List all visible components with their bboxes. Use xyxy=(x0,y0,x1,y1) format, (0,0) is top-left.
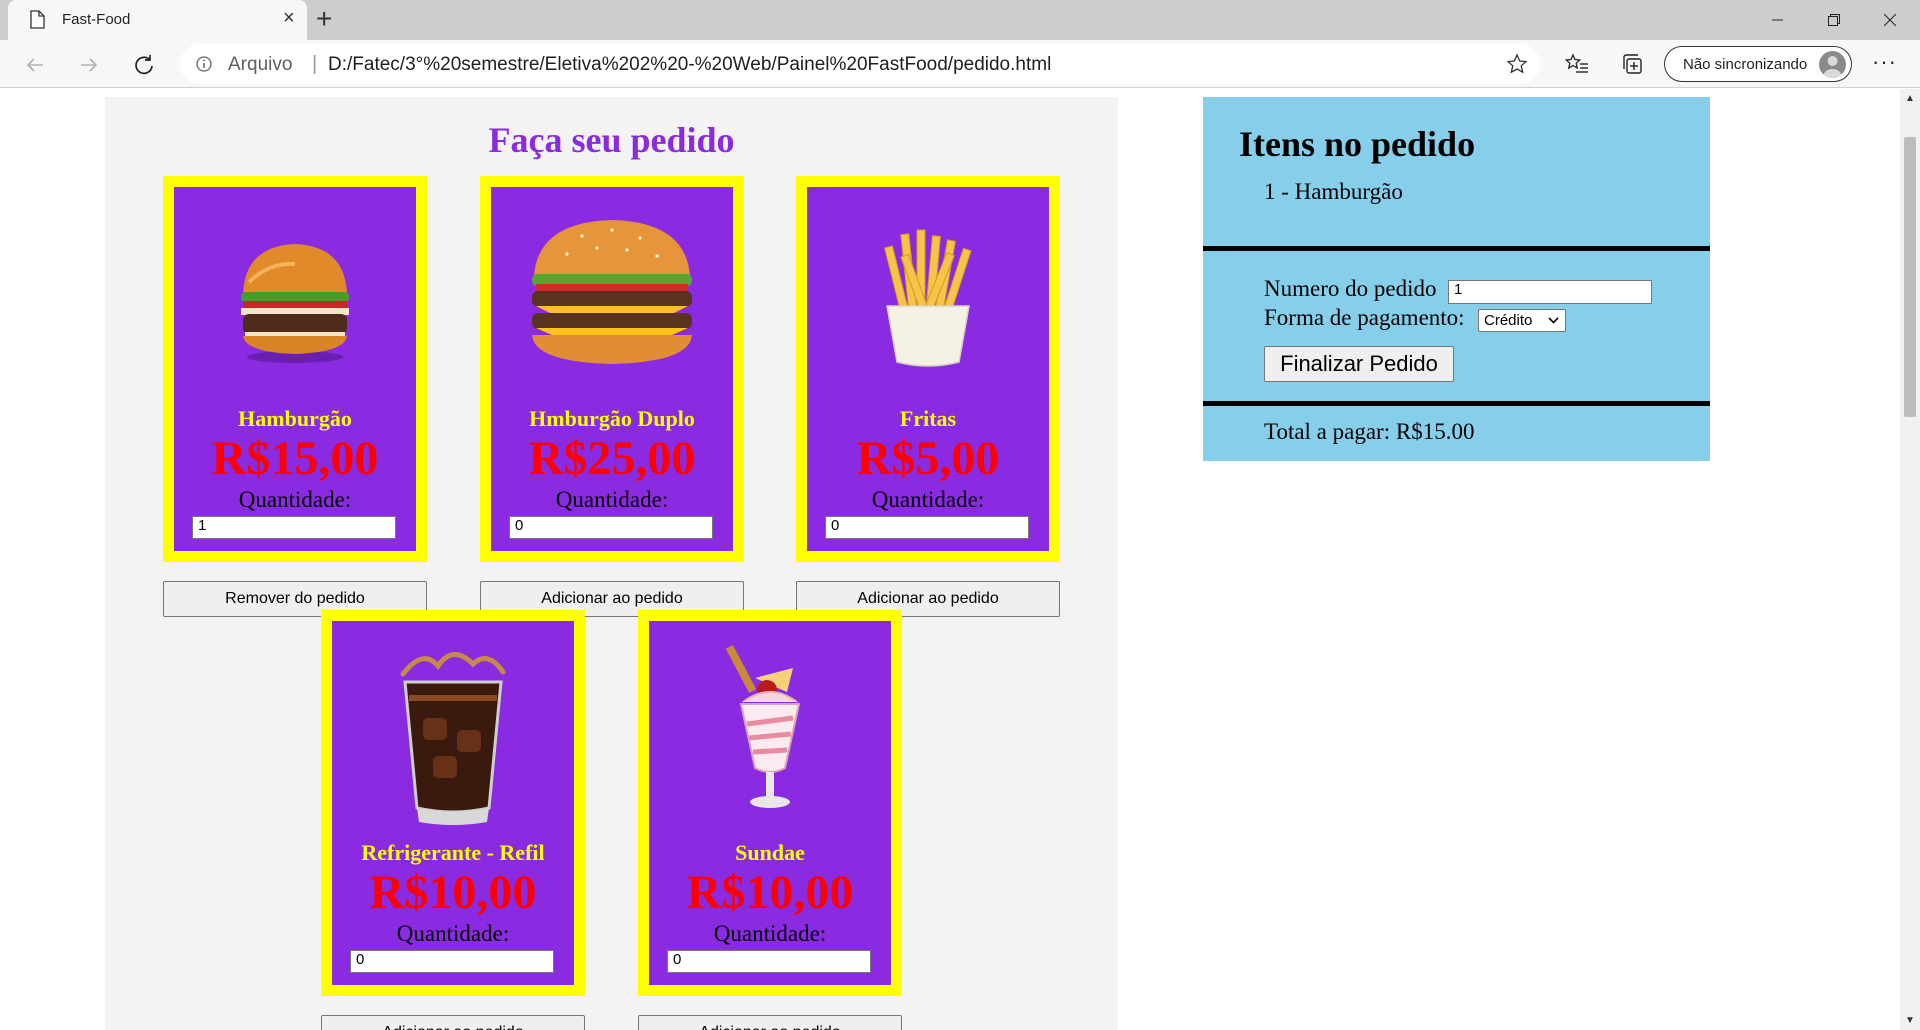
order-item: 1 - Hamburgão xyxy=(1264,179,1403,204)
page-title: Faça seu pedido xyxy=(488,120,735,160)
product-name: Fritas xyxy=(899,406,957,431)
close-icon xyxy=(1884,14,1896,26)
arrow-left-icon xyxy=(26,58,43,72)
forward-button[interactable] xyxy=(73,49,105,81)
add-to-order-button[interactable]: Adicionar ao pedido xyxy=(638,1015,902,1030)
payment-method-select[interactable]: Crédito xyxy=(1478,309,1566,332)
minimize-button[interactable] xyxy=(1750,0,1806,40)
product-price: R$5,00 xyxy=(856,432,1000,485)
quantity-label: Quantidade: xyxy=(871,487,985,512)
scroll-down-icon[interactable]: ▼ xyxy=(1905,1015,1915,1026)
product-name: Sundae xyxy=(735,840,805,865)
product-name: Refrigerante - Refil xyxy=(361,840,545,865)
arrow-right-icon xyxy=(81,58,98,72)
more-options-button[interactable]: ··· xyxy=(1872,51,1897,73)
product-price: R$10,00 xyxy=(686,866,854,919)
product-name: Hmburgão Duplo xyxy=(529,406,695,431)
product-card-refrigerante: Refrigerante - Refil R$10,00 Quantidade:… xyxy=(321,610,585,996)
browser-tab[interactable]: Fast-Food × xyxy=(8,0,307,40)
product-image xyxy=(174,199,416,399)
quantity-input[interactable]: 0 xyxy=(667,950,871,973)
order-number-input[interactable]: 1 xyxy=(1448,280,1652,304)
product-card-fritas: Fritas R$5,00 Quantidade: 0 xyxy=(796,176,1060,562)
order-panel: Itens no pedido 1 - Hamburgão Numero do … xyxy=(1203,97,1710,461)
tab-strip: Fast-Food × + xyxy=(0,0,1920,40)
product-price: R$15,00 xyxy=(211,432,379,485)
chevron-down-icon xyxy=(1548,317,1559,324)
minimize-icon xyxy=(1772,19,1783,21)
scroll-thumb[interactable] xyxy=(1904,137,1916,417)
address-bar[interactable]: Arquivo | D:/Fatec/3°%20semestre/Eletiva… xyxy=(180,44,1540,84)
page-icon xyxy=(30,10,45,29)
burger-icon xyxy=(241,244,349,363)
add-to-order-button[interactable]: Adicionar ao pedido xyxy=(321,1015,585,1030)
order-number-label: Numero do pedido xyxy=(1264,276,1437,301)
payment-method-label: Forma de pagamento: xyxy=(1264,305,1465,330)
product-image xyxy=(332,633,574,833)
quantity-label: Quantidade: xyxy=(555,487,669,512)
product-image xyxy=(649,633,891,833)
product-price: R$10,00 xyxy=(369,866,537,919)
close-tab-icon[interactable]: × xyxy=(283,8,295,28)
browser-toolbar: Arquivo | D:/Fatec/3°%20semestre/Eletiva… xyxy=(0,40,1920,88)
star-icon[interactable] xyxy=(1506,53,1528,75)
reload-icon xyxy=(135,55,153,75)
product-image xyxy=(491,199,733,399)
quantity-input[interactable]: 1 xyxy=(192,516,396,539)
address-scheme-label: Arquivo xyxy=(228,54,293,75)
profile-button[interactable]: Não sincronizando xyxy=(1664,46,1852,82)
fries-icon xyxy=(884,229,972,367)
scroll-up-icon[interactable]: ▲ xyxy=(1905,93,1915,104)
page-viewport: Faça seu pedido Hamburgão R$15,00 Quanti xyxy=(0,89,1900,1030)
profile-label: Não sincronizando xyxy=(1683,56,1808,73)
finalize-order-button[interactable]: Finalizar Pedido xyxy=(1264,346,1454,382)
reload-button[interactable] xyxy=(128,49,160,81)
quantity-label: Quantidade: xyxy=(238,487,352,512)
soda-glass-icon xyxy=(400,652,506,825)
quantity-input[interactable]: 0 xyxy=(509,516,713,539)
order-title: Itens no pedido xyxy=(1239,124,1476,164)
product-image xyxy=(807,199,1049,399)
payment-method-value: Crédito xyxy=(1484,312,1533,329)
avatar xyxy=(1819,51,1846,78)
quantity-label: Quantidade: xyxy=(713,921,827,946)
menu-panel: Faça seu pedido Hamburgão R$15,00 Quanti xyxy=(105,97,1118,1030)
address-separator: | xyxy=(312,53,318,75)
product-price: R$25,00 xyxy=(528,432,696,485)
address-url[interactable]: D:/Fatec/3°%20semestre/Eletiva%202%20-%2… xyxy=(328,54,1051,76)
product-card-hamburgao-duplo: Hmburgão Duplo R$25,00 Quantidade: 0 xyxy=(480,176,744,562)
back-button[interactable] xyxy=(19,49,51,81)
quantity-label: Quantidade: xyxy=(396,921,510,946)
restore-icon xyxy=(1828,14,1840,26)
product-card-sundae: Sundae R$10,00 Quantidade: 0 xyxy=(638,610,902,996)
user-icon xyxy=(1823,56,1842,78)
restore-button[interactable] xyxy=(1806,0,1862,40)
tab-title: Fast-Food xyxy=(62,11,131,28)
order-total: Total a pagar: R$15.00 xyxy=(1264,419,1475,444)
quantity-input[interactable]: 0 xyxy=(825,516,1029,539)
vertical-scrollbar[interactable]: ▲ ▼ xyxy=(1900,89,1920,1030)
sundae-icon xyxy=(725,645,801,808)
favorites-icon[interactable] xyxy=(1565,52,1589,76)
divider xyxy=(1203,401,1710,406)
divider xyxy=(1203,246,1710,251)
double-burger-icon xyxy=(532,220,692,364)
product-name: Hamburgão xyxy=(238,406,352,431)
info-icon[interactable] xyxy=(196,56,212,72)
collections-icon[interactable] xyxy=(1620,52,1644,76)
new-tab-button[interactable]: + xyxy=(316,4,332,34)
close-window-button[interactable] xyxy=(1862,0,1918,40)
quantity-input[interactable]: 0 xyxy=(350,950,554,973)
product-card-hamburgao: Hamburgão R$15,00 Quantidade: 1 xyxy=(163,176,427,562)
